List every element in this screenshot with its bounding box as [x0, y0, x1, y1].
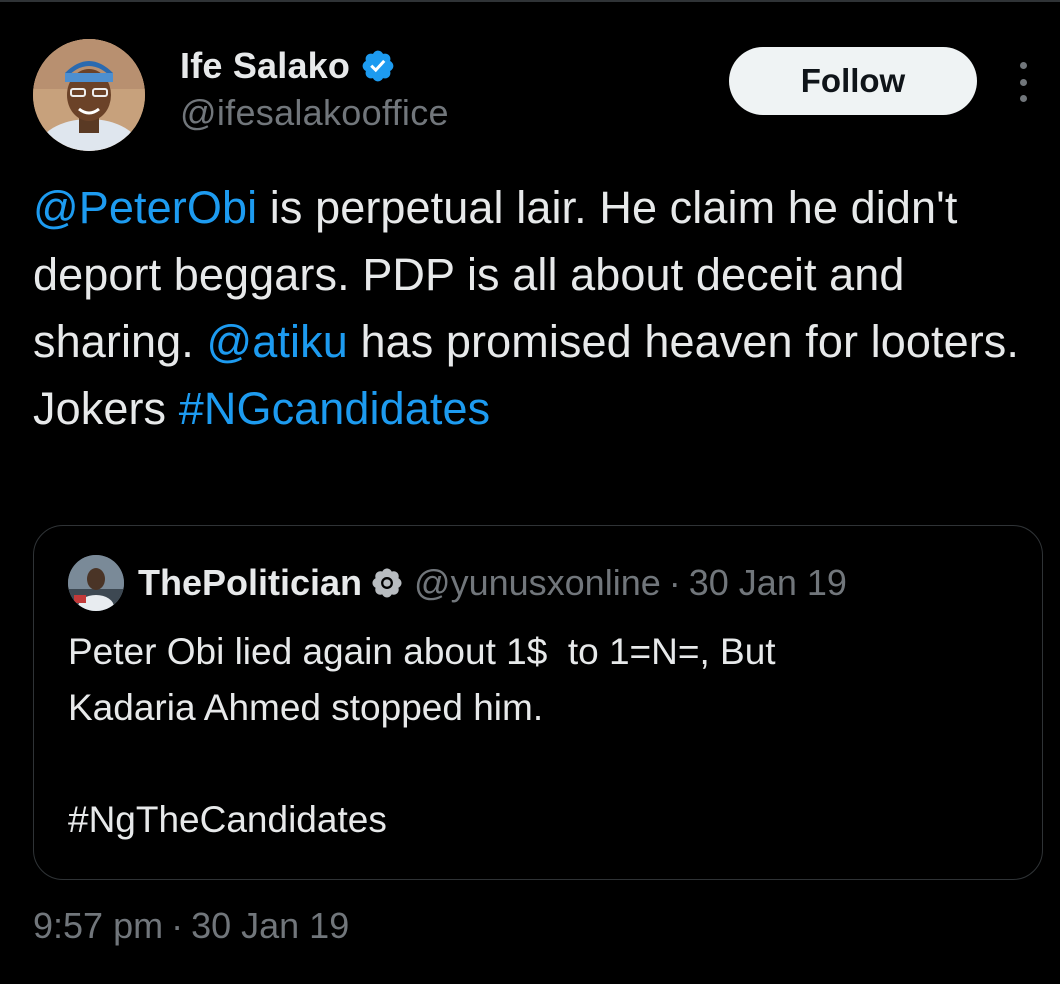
top-divider: [0, 0, 1060, 2]
quoted-tweet-body: Peter Obi lied again about 1$ to 1=N=, B…: [68, 624, 1018, 848]
gray-verified-badge-icon: [370, 566, 404, 600]
quoted-display-name[interactable]: ThePolitician: [138, 562, 362, 604]
author-block: Ife Salako @ifesalakooffice: [180, 44, 449, 134]
mention-link[interactable]: @atiku: [207, 316, 348, 367]
avatar[interactable]: [33, 39, 145, 151]
tweet-time: 9:57 pm: [33, 905, 164, 946]
tweet-date: 30 Jan 19: [191, 905, 350, 946]
more-vertical-icon[interactable]: [1008, 62, 1038, 102]
quoted-tweet-header: ThePolitician @yunusxonline · 30 Jan 19: [68, 554, 847, 612]
tweet-timestamp[interactable]: 9:57 pm · 30 Jan 19: [33, 905, 349, 947]
separator-dot: ·: [171, 905, 184, 946]
more-dot: [1019, 62, 1027, 69]
quoted-tweet-card[interactable]: ThePolitician @yunusxonline · 30 Jan 19 …: [33, 525, 1043, 880]
author-name-row: Ife Salako: [180, 44, 449, 88]
quoted-avatar[interactable]: [68, 555, 124, 611]
verified-badge-icon: [360, 48, 396, 84]
more-dot: [1019, 78, 1027, 86]
mention-link[interactable]: @PeterObi: [33, 182, 257, 233]
quoted-body-line: Kadaria Ahmed stopped him.: [68, 687, 544, 728]
quoted-date[interactable]: 30 Jan 19: [689, 562, 847, 604]
more-dot: [1019, 95, 1027, 102]
separator-dot: ·: [668, 562, 681, 603]
hashtag-link[interactable]: #NGcandidates: [179, 383, 491, 434]
quoted-body-line: Peter Obi lied again about 1$ to 1=N=, B…: [68, 631, 776, 672]
follow-button[interactable]: Follow: [729, 47, 977, 115]
tweet-text: @PeterObi is perpetual lair. He claim he…: [33, 174, 1023, 442]
quoted-handle[interactable]: @yunusxonline: [414, 562, 661, 604]
quoted-hashtag: #NgTheCandidates: [68, 799, 387, 840]
author-handle[interactable]: @ifesalakooffice: [180, 92, 449, 134]
author-display-name[interactable]: Ife Salako: [180, 45, 350, 87]
quoted-body-spacer: [68, 736, 1018, 792]
